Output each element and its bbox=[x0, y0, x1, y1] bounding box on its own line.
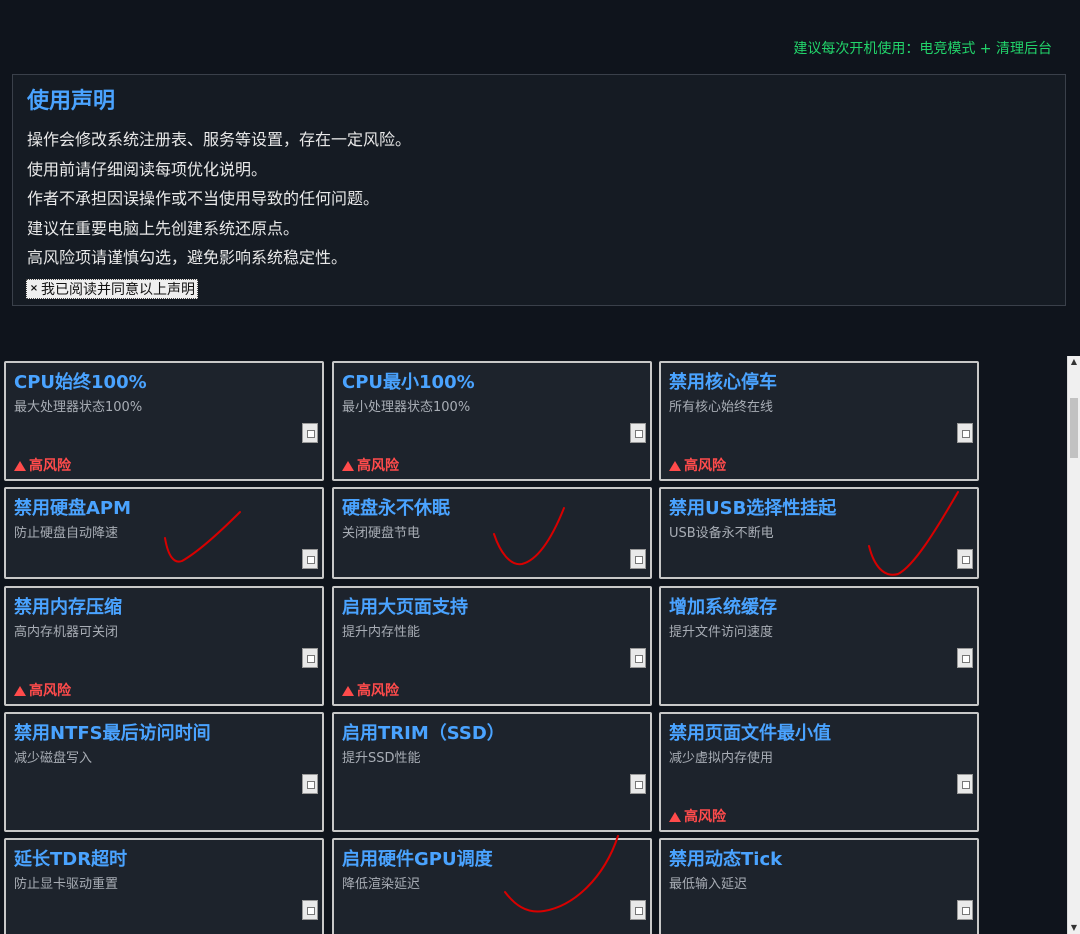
option-checkbox[interactable] bbox=[957, 774, 973, 794]
option-card[interactable]: 禁用动态Tick最低输入延迟高风险 bbox=[659, 838, 979, 934]
warning-icon bbox=[342, 686, 354, 696]
option-checkbox[interactable] bbox=[630, 648, 646, 668]
option-card[interactable]: 禁用USB选择性挂起 USB设备永不断电 bbox=[659, 487, 979, 579]
usage-tip: 建议每次开机使用：电竞模式 + 清理后台 bbox=[793, 41, 1052, 57]
option-title: 启用大页面支持 bbox=[342, 597, 468, 618]
warning-icon bbox=[14, 686, 26, 696]
app-page: 建议每次开机使用：电竞模式 + 清理后台 使用声明 操作会修改系统注册表、服务等… bbox=[0, 0, 1080, 934]
option-title: 禁用NTFS最后访问时间 bbox=[14, 723, 211, 744]
option-title: 禁用核心停车 bbox=[669, 372, 777, 393]
option-description: 最低输入延迟 bbox=[669, 877, 748, 892]
agree-label: 我已阅读并同意以上声明 bbox=[41, 282, 195, 298]
option-title: 增加系统缓存 bbox=[669, 597, 777, 618]
warning-icon bbox=[669, 812, 681, 822]
high-risk-label: 高风险 bbox=[29, 683, 71, 699]
option-checkbox[interactable] bbox=[302, 423, 318, 443]
scroll-down-icon[interactable]: ▼ bbox=[1068, 922, 1080, 934]
option-description: 最大处理器状态100% bbox=[14, 400, 143, 415]
disclaimer-line: 操作会修改系统注册表、服务等设置，存在一定风险。 bbox=[27, 130, 412, 149]
disclaimer-title: 使用声明 bbox=[27, 89, 116, 114]
option-checkbox[interactable] bbox=[302, 774, 318, 794]
high-risk-label: 高风险 bbox=[357, 683, 399, 699]
option-description: 防止硬盘自动降速 bbox=[14, 526, 119, 541]
high-risk-badge: 高风险 bbox=[669, 455, 726, 475]
option-checkbox[interactable] bbox=[957, 648, 973, 668]
option-title: 启用TRIM（SSD） bbox=[342, 723, 505, 744]
option-title: CPU最小100% bbox=[342, 372, 475, 393]
option-description: 关闭硬盘节电 bbox=[342, 526, 421, 541]
option-description: 提升内存性能 bbox=[342, 625, 421, 640]
option-checkbox[interactable] bbox=[630, 900, 646, 920]
option-title: 禁用动态Tick bbox=[669, 849, 783, 870]
option-description: 所有核心始终在线 bbox=[669, 400, 774, 415]
high-risk-label: 高风险 bbox=[357, 458, 399, 474]
option-card[interactable]: 增加系统缓存提升文件访问速度 bbox=[659, 586, 979, 706]
option-title: 禁用硬盘APM bbox=[14, 498, 132, 519]
option-card[interactable]: 禁用页面文件最小值减少虚拟内存使用高风险 bbox=[659, 712, 979, 832]
option-title: 启用硬件GPU调度 bbox=[342, 849, 493, 870]
scroll-up-icon[interactable]: ▲ bbox=[1068, 356, 1080, 368]
option-checkbox[interactable] bbox=[302, 900, 318, 920]
option-card[interactable]: 禁用硬盘APM 防止硬盘自动降速 bbox=[4, 487, 324, 579]
option-description: 减少磁盘写入 bbox=[14, 751, 93, 766]
vertical-scrollbar[interactable]: ▲ ▼ bbox=[1067, 356, 1080, 934]
high-risk-badge: 高风险 bbox=[669, 806, 726, 826]
option-card[interactable]: 启用硬件GPU调度降低渲染延迟 bbox=[332, 838, 652, 934]
option-card[interactable]: CPU始终100% 最大处理器状态100% 高风险 bbox=[4, 361, 324, 481]
option-checkbox[interactable] bbox=[630, 423, 646, 443]
option-title: 禁用USB选择性挂起 bbox=[669, 498, 837, 519]
scroll-thumb[interactable] bbox=[1070, 398, 1078, 458]
disclaimer-line: 作者不承担因误操作或不当使用导致的任何问题。 bbox=[27, 189, 380, 208]
option-title: 延长TDR超时 bbox=[14, 849, 128, 870]
option-description: 提升SSD性能 bbox=[342, 751, 421, 766]
option-description: USB设备永不断电 bbox=[669, 526, 774, 541]
option-card[interactable]: 禁用核心停车所有核心始终在线高风险 bbox=[659, 361, 979, 481]
option-card[interactable]: 启用TRIM（SSD） 提升SSD性能 bbox=[332, 712, 652, 832]
option-title: 禁用内存压缩 bbox=[14, 597, 122, 618]
option-card[interactable]: CPU最小100% 最小处理器状态100% 高风险 bbox=[332, 361, 652, 481]
option-card[interactable]: 硬盘永不休眠关闭硬盘节电 bbox=[332, 487, 652, 579]
high-risk-label: 高风险 bbox=[684, 458, 726, 474]
high-risk-badge: 高风险 bbox=[342, 455, 399, 475]
option-checkbox[interactable] bbox=[957, 549, 973, 569]
option-title: 硬盘永不休眠 bbox=[342, 498, 450, 519]
disclaimer-line: 高风险项请谨慎勾选，避免影响系统稳定性。 bbox=[27, 248, 348, 267]
disclaimer-line: 建议在重要电脑上先创建系统还原点。 bbox=[27, 218, 300, 238]
disclaimer-line: 使用前请仔细阅读每项优化说明。 bbox=[27, 159, 268, 179]
warning-icon bbox=[342, 461, 354, 471]
high-risk-badge: 高风险 bbox=[14, 680, 71, 700]
option-card[interactable]: 延长TDR超时防止显卡驱动重置高风险 bbox=[4, 838, 324, 934]
option-description: 降低渲染延迟 bbox=[342, 877, 421, 892]
option-checkbox[interactable] bbox=[302, 648, 318, 668]
high-risk-badge: 高风险 bbox=[14, 455, 71, 475]
option-checkbox[interactable] bbox=[957, 900, 973, 920]
disclaimer-panel: 使用声明 操作会修改系统注册表、服务等设置，存在一定风险。 使用前请仔细阅读每项… bbox=[12, 74, 1066, 306]
high-risk-label: 高风险 bbox=[29, 458, 71, 474]
option-description: 高内存机器可关闭 bbox=[14, 625, 119, 640]
agree-checkbox[interactable]: × 我已阅读并同意以上声明 bbox=[26, 279, 198, 299]
option-description: 防止显卡驱动重置 bbox=[14, 877, 119, 892]
option-grid: CPU始终100% 最大处理器状态100% 高风险 CPU最小100% 最小处理器状态1… bbox=[4, 361, 980, 934]
agree-check-mark: × bbox=[29, 283, 39, 294]
option-title: 禁用页面文件最小值 bbox=[669, 723, 831, 744]
option-card[interactable]: 禁用NTFS最后访问时间减少磁盘写入 bbox=[4, 712, 324, 832]
warning-icon bbox=[14, 461, 26, 471]
option-description: 提升文件访问速度 bbox=[669, 625, 774, 640]
option-checkbox[interactable] bbox=[957, 423, 973, 443]
high-risk-label: 高风险 bbox=[684, 809, 726, 825]
option-checkbox[interactable] bbox=[302, 549, 318, 569]
option-card[interactable]: 禁用内存压缩高内存机器可关闭高风险 bbox=[4, 586, 324, 706]
option-description: 减少虚拟内存使用 bbox=[669, 751, 774, 766]
warning-icon bbox=[669, 461, 681, 471]
option-checkbox[interactable] bbox=[630, 774, 646, 794]
option-card[interactable]: 启用大页面支持提升内存性能高风险 bbox=[332, 586, 652, 706]
high-risk-badge: 高风险 bbox=[342, 680, 399, 700]
option-title: CPU始终100% bbox=[14, 372, 147, 393]
option-description: 最小处理器状态100% bbox=[342, 400, 471, 415]
option-checkbox[interactable] bbox=[630, 549, 646, 569]
